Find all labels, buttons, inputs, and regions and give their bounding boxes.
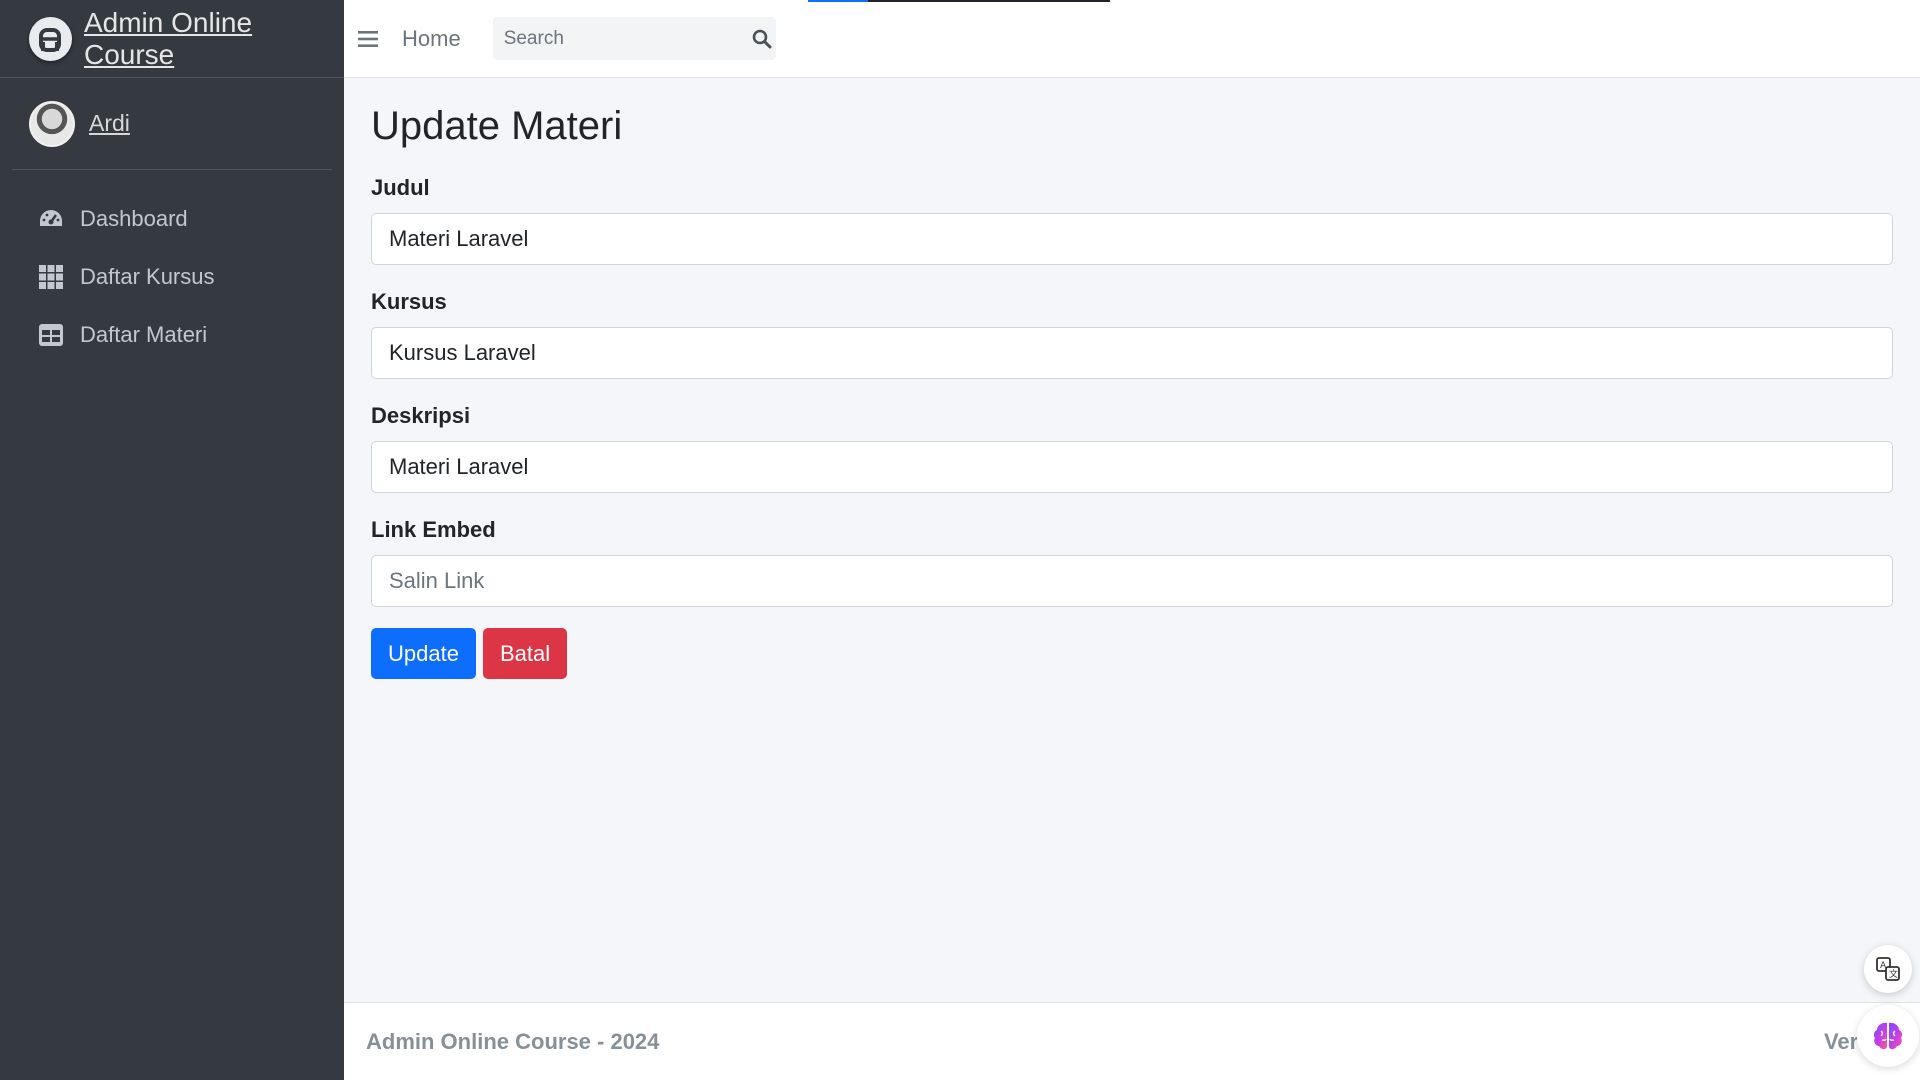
page-title: Update Materi bbox=[371, 104, 623, 148]
svg-text:文: 文 bbox=[1889, 968, 1898, 980]
sidebar-item-label: Daftar Kursus bbox=[80, 264, 215, 289]
avatar[interactable] bbox=[29, 100, 75, 147]
kursus-group: Kursus bbox=[371, 289, 1893, 379]
kursus-label: Kursus bbox=[371, 289, 447, 314]
main-content: Update Materi Judul Kursus Deskripsi Lin… bbox=[344, 78, 1920, 1002]
judul-group: Judul bbox=[371, 175, 1893, 265]
translate-widget-button[interactable]: A 文 bbox=[1864, 945, 1912, 993]
tachometer-icon bbox=[38, 206, 64, 232]
link-embed-group: Link Embed bbox=[371, 517, 1893, 607]
deskripsi-label: Deskripsi bbox=[371, 403, 471, 428]
sidebar-item-dashboard[interactable]: Dashboard bbox=[12, 190, 332, 248]
footer-copyright: Admin Online Course - 2024 bbox=[366, 1028, 660, 1054]
search-icon bbox=[752, 29, 772, 48]
judul-label: Judul bbox=[371, 175, 430, 200]
top-navbar: Home bbox=[344, 0, 1920, 78]
brand-link[interactable]: Admin Online Course bbox=[0, 0, 344, 78]
sidebar-item-label: Daftar Materi bbox=[80, 322, 208, 347]
search-input[interactable] bbox=[492, 27, 749, 50]
kursus-input[interactable] bbox=[371, 327, 1893, 379]
navbar-search bbox=[492, 17, 776, 60]
user-panel: Ardi bbox=[12, 78, 332, 170]
search-button[interactable] bbox=[749, 17, 776, 60]
cancel-button[interactable]: Batal bbox=[482, 628, 568, 679]
judul-input[interactable] bbox=[371, 213, 1893, 265]
user-name-link[interactable]: Ardi bbox=[89, 110, 130, 137]
update-button[interactable]: Update bbox=[371, 628, 476, 679]
form-actions: Update Batal bbox=[371, 628, 1892, 679]
sidebar-item-daftar-materi[interactable]: Daftar Materi bbox=[12, 306, 332, 364]
sidebar-item-label: Dashboard bbox=[80, 206, 188, 231]
table-icon bbox=[38, 322, 64, 348]
footer: Admin Online Course - 2024 Versio bbox=[344, 1002, 1920, 1080]
update-materi-form: Judul Kursus Deskripsi Link Embed Update… bbox=[371, 175, 1893, 679]
sidebar: Admin Online Course Ardi Dashboard Dafta… bbox=[0, 0, 344, 1080]
brand-logo-icon bbox=[29, 16, 72, 61]
hamburger-menu-icon[interactable] bbox=[356, 27, 380, 51]
grid-icon bbox=[38, 264, 64, 290]
link-embed-input[interactable] bbox=[371, 555, 1893, 607]
brain-icon bbox=[1873, 1022, 1903, 1050]
translate-icon: A 文 bbox=[1876, 957, 1900, 981]
home-link[interactable]: Home bbox=[402, 26, 461, 52]
deskripsi-group: Deskripsi bbox=[371, 403, 1893, 493]
ai-assistant-button[interactable] bbox=[1857, 1005, 1919, 1067]
page-loading-bar bbox=[808, 0, 1110, 2]
brand-title[interactable]: Admin Online Course bbox=[84, 7, 344, 71]
link-embed-label: Link Embed bbox=[371, 517, 496, 542]
sidebar-nav: Dashboard Daftar Kursus Daftar Materi bbox=[0, 190, 344, 364]
sidebar-item-daftar-kursus[interactable]: Daftar Kursus bbox=[12, 248, 332, 306]
deskripsi-input[interactable] bbox=[371, 441, 1893, 493]
svg-text:A: A bbox=[1880, 961, 1887, 971]
